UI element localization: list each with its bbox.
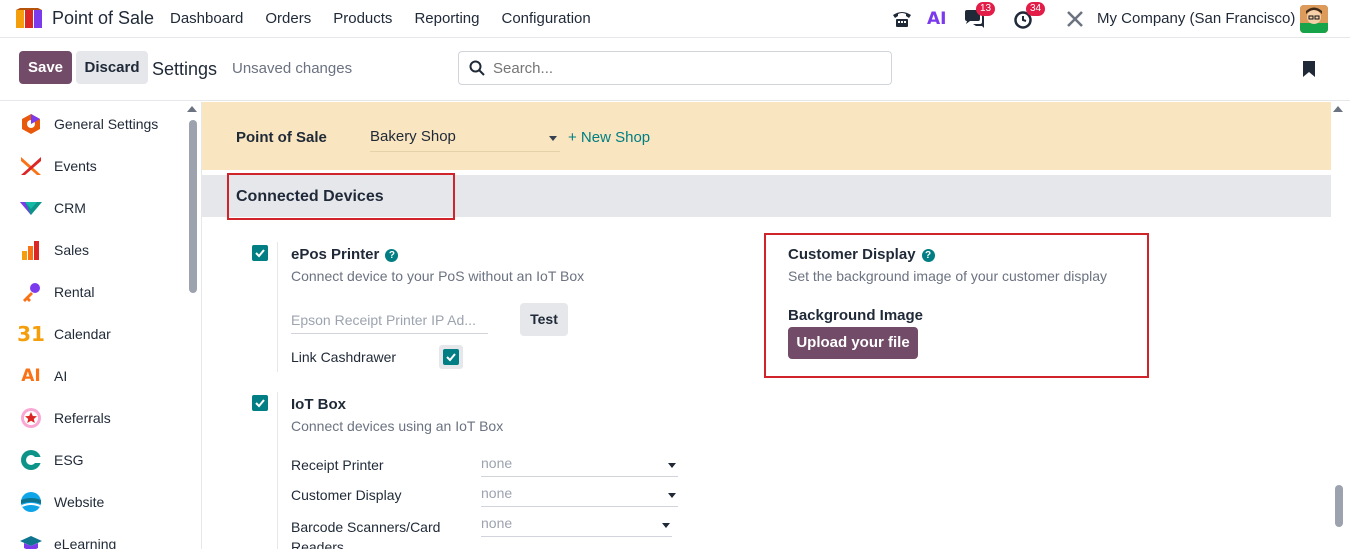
discard-button[interactable]: Discard <box>76 51 148 84</box>
epos-ip-field[interactable]: Epson Receipt Printer IP Ad... <box>291 312 488 334</box>
unsaved-status: Unsaved changes <box>232 60 353 77</box>
epos-printer-checkbox[interactable] <box>252 245 268 261</box>
point-of-sale-logo-icon[interactable] <box>16 8 42 28</box>
sidebar-item-sales[interactable]: Sales <box>19 235 89 265</box>
shop-bar-label: Point of Sale <box>236 129 327 146</box>
epos-printer-description: Connect device to your PoS without an Io… <box>291 268 585 284</box>
sidebar-item-crm[interactable]: CRM <box>19 193 86 223</box>
chat-count-badge: 13 <box>976 2 996 16</box>
selected-shop: Bakery Shop <box>370 128 456 145</box>
chat-icon[interactable]: 13 <box>963 2 996 33</box>
test-printer-button[interactable]: Test <box>520 303 568 336</box>
epos-printer-title: ePos Printer? <box>291 246 399 263</box>
upload-file-button[interactable]: Upload your file <box>788 327 918 359</box>
debug-tools-icon[interactable] <box>1065 5 1085 33</box>
control-panel: Save Discard Settings Unsaved changes <box>0 38 1350 101</box>
link-cashdrawer-checkbox-wrap[interactable] <box>439 345 463 369</box>
iot-divider <box>277 392 278 549</box>
background-image-label: Background Image <box>788 307 924 324</box>
menu-configuration[interactable]: Configuration <box>501 10 590 27</box>
crm-icon <box>19 196 43 220</box>
referrals-icon <box>19 406 43 430</box>
user-avatar[interactable] <box>1300 5 1328 33</box>
iot-box-description: Connect devices using an IoT Box <box>291 418 504 434</box>
epos-help-icon[interactable]: ? <box>385 249 399 262</box>
top-navbar: Point of Sale Dashboard Orders Products … <box>0 0 1350 38</box>
sidebar-item-ai[interactable]: AI AI <box>19 361 67 391</box>
activity-count-badge: 34 <box>1026 2 1046 16</box>
activity-clock-icon[interactable]: 34 <box>1013 2 1046 33</box>
menu-dashboard[interactable]: Dashboard <box>170 10 243 27</box>
ai-icon: AI <box>21 366 41 386</box>
chevron-down-icon <box>662 523 670 528</box>
sidebar-item-events[interactable]: Events <box>19 151 97 181</box>
customer-display-description: Set the background image of your custome… <box>788 268 1108 284</box>
sidebar-item-general-settings[interactable]: General Settings <box>19 109 158 139</box>
shop-dropdown-caret-icon[interactable] <box>549 136 557 141</box>
page-title: Settings <box>152 59 218 79</box>
menu-products[interactable]: Products <box>333 10 392 27</box>
sidebar-item-referrals[interactable]: Referrals <box>19 403 111 433</box>
menu-orders[interactable]: Orders <box>265 10 311 27</box>
save-button[interactable]: Save <box>19 51 72 84</box>
sidebar-item-rental[interactable]: Rental <box>19 277 94 307</box>
sidebar-item-esg[interactable]: ESG <box>19 445 84 475</box>
content-scrollbar[interactable] <box>1335 485 1343 527</box>
barcode-scanners-label: Barcode Scanners/Card Readers <box>291 519 441 549</box>
company-switcher[interactable]: My Company (San Francisco) <box>1097 10 1295 27</box>
search-box[interactable] <box>458 51 892 85</box>
sidebar-item-website[interactable]: Website <box>19 487 104 517</box>
chevron-down-icon <box>668 463 676 468</box>
iot-box-title: IoT Box <box>291 396 346 413</box>
customer-display-select[interactable]: none <box>481 485 678 507</box>
sales-icon <box>19 238 43 262</box>
sidebar-item-calendar[interactable]: 31 Calendar <box>17 319 111 349</box>
shop-select[interactable]: Bakery Shop <box>370 128 560 152</box>
content-scroll-up-arrow[interactable] <box>1333 106 1343 112</box>
main-menu: Dashboard Orders Products Reporting Conf… <box>170 10 613 27</box>
elearning-icon <box>19 532 43 549</box>
ai-icon[interactable]: AI <box>927 5 946 33</box>
sidebar-item-elearning[interactable]: eLearning <box>19 529 116 549</box>
settings-content: Point of Sale Bakery Shop + New Shop Con… <box>202 102 1331 549</box>
customer-display-label: Customer Display <box>291 487 402 503</box>
iot-box-checkbox[interactable] <box>252 395 268 411</box>
search-icon <box>469 60 485 79</box>
chevron-down-icon <box>668 493 676 498</box>
highlight-box-connected-devices <box>227 173 455 220</box>
settings-sidebar: General Settings Events CRM Sales Rental… <box>0 102 202 549</box>
search-input[interactable] <box>493 59 873 77</box>
sidebar-scroll-up-arrow[interactable] <box>187 106 197 112</box>
events-icon <box>19 154 43 178</box>
new-shop-link[interactable]: + New Shop <box>568 129 650 146</box>
sidebar-scrollbar[interactable] <box>189 120 197 293</box>
app-name[interactable]: Point of Sale <box>52 8 154 29</box>
customer-display-help-icon[interactable]: ? <box>921 249 935 262</box>
menu-reporting[interactable]: Reporting <box>414 10 479 27</box>
website-icon <box>19 490 43 514</box>
calendar-icon: 31 <box>17 322 45 346</box>
barcode-scanners-select[interactable]: none <box>481 515 672 537</box>
phone-icon[interactable] <box>891 5 913 33</box>
epos-divider <box>277 242 278 372</box>
customer-display-title: Customer Display? <box>788 246 935 263</box>
link-cashdrawer-checkbox[interactable] <box>443 349 459 365</box>
general-settings-icon <box>19 112 43 136</box>
receipt-printer-select[interactable]: none <box>481 455 678 477</box>
esg-icon <box>19 448 43 472</box>
rental-icon <box>19 280 43 304</box>
link-cashdrawer-label: Link Cashdrawer <box>291 349 397 365</box>
receipt-printer-label: Receipt Printer <box>291 457 384 473</box>
bookmark-icon[interactable] <box>1302 60 1316 81</box>
